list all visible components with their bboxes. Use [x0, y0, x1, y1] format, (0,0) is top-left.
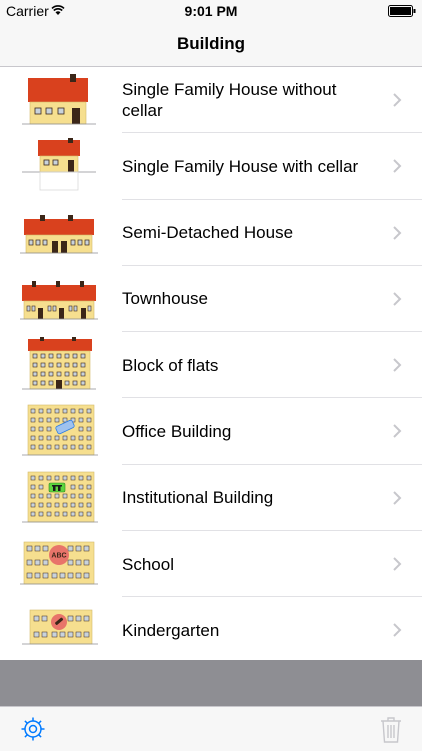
block-of-flats-icon — [22, 337, 96, 390]
navigation-bar: Building — [0, 22, 422, 67]
chevron-right-icon — [393, 491, 402, 505]
list-item-label: School — [122, 554, 174, 574]
list-item-label: Office Building — [122, 421, 232, 441]
chevron-right-icon — [393, 292, 402, 306]
single-family-house-cellar-icon — [22, 138, 96, 191]
empty-area — [0, 660, 422, 706]
list-item[interactable]: Office Building — [0, 398, 422, 466]
school-icon: ABC — [20, 541, 98, 585]
bottom-toolbar — [0, 706, 422, 751]
chevron-right-icon — [393, 358, 402, 372]
building-type-list: Single Family House without cellar Singl… — [0, 67, 422, 660]
status-bar: Carrier 9:01 PM — [0, 0, 422, 22]
battery-icon — [388, 5, 416, 17]
gear-icon[interactable] — [20, 716, 46, 742]
list-item-label: Block of flats — [122, 355, 219, 375]
kindergarten-icon — [22, 610, 98, 645]
chevron-right-icon — [393, 159, 402, 174]
list-item[interactable]: Single Family House without cellar — [0, 67, 422, 134]
list-item[interactable]: Institutional Building — [0, 465, 422, 532]
list-item[interactable]: ABC School — [0, 531, 422, 598]
list-item[interactable]: Block of flats — [0, 332, 422, 399]
list-item-label: Kindergarten — [122, 620, 220, 640]
townhouse-icon — [20, 280, 98, 320]
page-title: Building — [177, 34, 245, 53]
single-family-house-icon — [22, 74, 96, 125]
chevron-right-icon — [393, 623, 402, 638]
list-item[interactable]: Semi-Detached House — [0, 200, 422, 267]
list-item[interactable]: Kindergarten — [0, 597, 422, 660]
list-item[interactable]: Townhouse — [0, 266, 422, 333]
list-item-label: Single Family House without cellar — [122, 80, 337, 120]
chevron-right-icon — [393, 424, 402, 439]
chevron-right-icon — [393, 557, 402, 571]
school-badge-text: ABC — [51, 553, 66, 560]
list-item-label: Semi-Detached House — [122, 223, 294, 243]
semi-detached-house-icon — [20, 214, 98, 253]
trash-icon[interactable] — [380, 716, 402, 743]
institutional-building-icon — [22, 471, 98, 523]
chevron-right-icon — [393, 93, 402, 107]
list-item-label: Institutional Building — [122, 488, 274, 508]
list-item[interactable]: Single Family House with cellar — [0, 133, 422, 200]
list-item-label: Townhouse — [122, 289, 209, 309]
status-time: 9:01 PM — [184, 3, 238, 19]
office-building-icon — [22, 405, 98, 456]
list-item-label: Single Family House with cellar — [122, 156, 359, 176]
chevron-right-icon — [393, 225, 402, 240]
